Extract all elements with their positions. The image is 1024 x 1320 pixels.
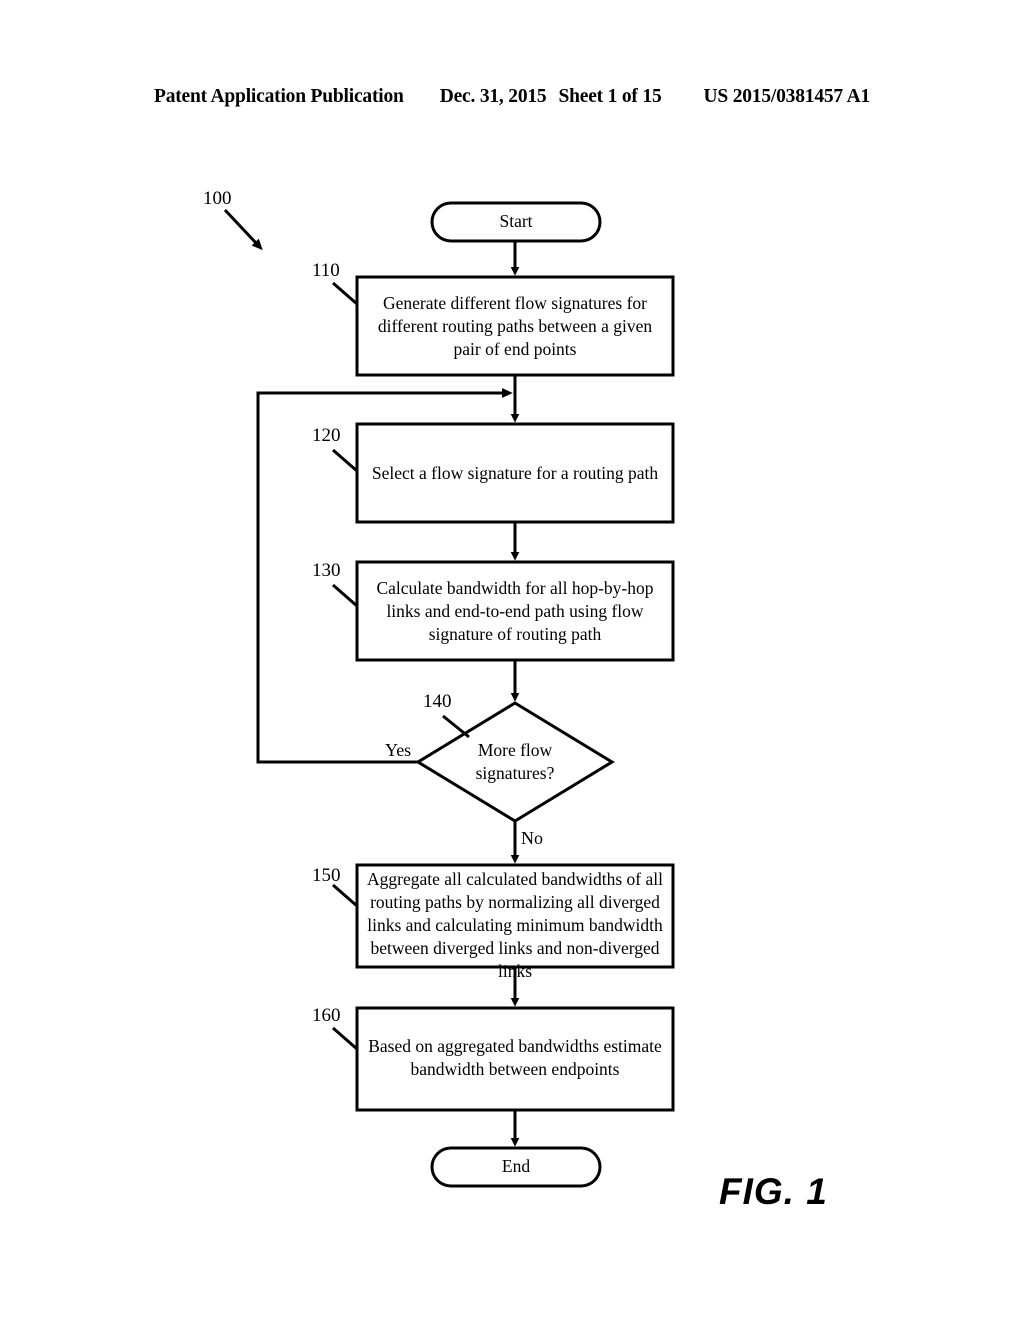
decision-140-yes-label: Yes bbox=[385, 740, 412, 760]
figure-caption: FIG. 1 bbox=[719, 1171, 828, 1212]
step-110-shape bbox=[355, 275, 675, 377]
decision-140-leader bbox=[442, 714, 470, 739]
diagram-ref-100-label: 100 bbox=[203, 188, 232, 209]
flowchart-canvas bbox=[223, 201, 675, 1188]
decision-140-no-label: No bbox=[521, 828, 543, 848]
step-120-leader bbox=[332, 448, 358, 473]
step-120-shape bbox=[355, 422, 675, 524]
end-node-label: End bbox=[501, 1156, 531, 1176]
diagram-ref-100-leader bbox=[223, 208, 263, 251]
step-110-ref-label: 110 bbox=[312, 260, 340, 281]
step-130-ref-label: 130 bbox=[312, 560, 341, 581]
step-160-leader bbox=[332, 1026, 358, 1051]
step-120-ref-label: 120 bbox=[312, 425, 341, 446]
step-150-shape bbox=[355, 863, 675, 969]
step-160-ref-label: 160 bbox=[312, 1005, 341, 1026]
step-110-leader bbox=[332, 281, 358, 306]
step-150-leader bbox=[332, 883, 358, 908]
decision-140-ref-label: 140 bbox=[423, 691, 452, 712]
flowchart-figure: 100 Start 110 Generate different flow si… bbox=[0, 0, 1024, 1320]
step-130-shape bbox=[355, 560, 675, 662]
step-160-shape bbox=[355, 1006, 675, 1112]
step-130-leader bbox=[332, 583, 358, 608]
start-node-label: Start bbox=[499, 211, 533, 231]
step-150-ref-label: 150 bbox=[312, 865, 341, 886]
